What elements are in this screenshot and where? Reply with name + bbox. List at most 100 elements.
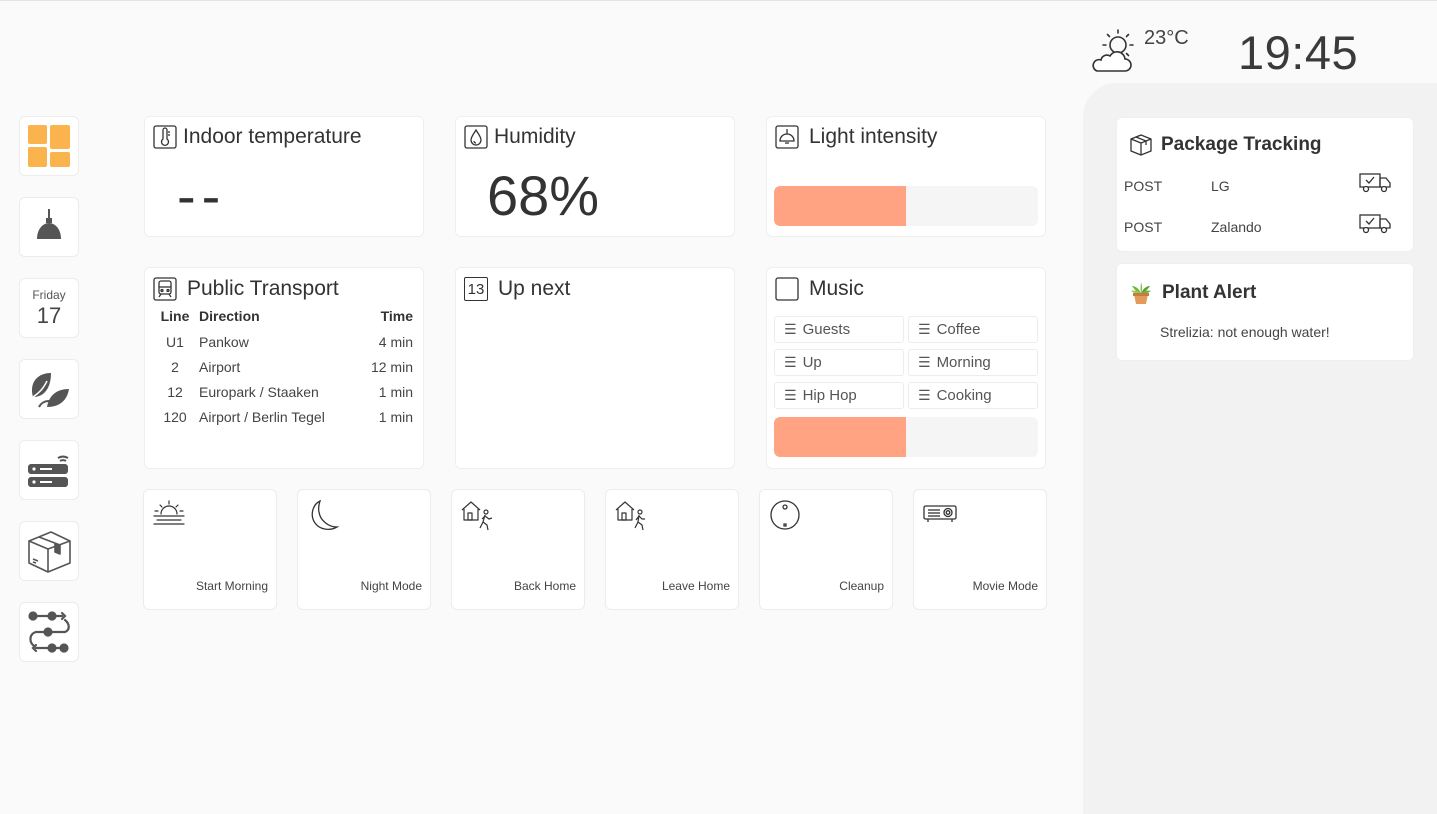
transport-time: 12 min	[370, 359, 413, 375]
transport-direction: Airport	[199, 359, 241, 375]
music-title: Music	[775, 277, 864, 301]
playlist-button-coffee[interactable]: ☰ Coffee	[908, 316, 1038, 343]
playlist-button-guests[interactable]: ☰ Guests	[774, 316, 904, 343]
sidebar-item-network[interactable]	[19, 440, 79, 500]
playlist-button-up[interactable]: ☰ Up	[774, 349, 904, 376]
sidebar-item-packages[interactable]	[19, 521, 79, 581]
scene-label: Movie Mode	[972, 579, 1038, 593]
package-box-icon	[28, 531, 71, 573]
transport-direction: Airport / Berlin Tegel	[199, 409, 325, 425]
plant-alert-title: Plant Alert	[1128, 280, 1256, 306]
water-drop-icon	[464, 125, 488, 149]
list-icon: ☰	[918, 354, 931, 370]
column-header-time: Time	[380, 308, 413, 324]
list-icon: ☰	[918, 321, 931, 337]
scene-label: Back Home	[513, 579, 576, 593]
scene-label: Cleanup	[839, 579, 884, 593]
package-box-icon	[1130, 134, 1152, 156]
table-row: U1 Pankow 4 min	[155, 330, 417, 355]
plant-alert-message: Strelizia: not enough water!	[1160, 324, 1330, 340]
package-tracking-title: Package Tracking	[1128, 132, 1322, 158]
sidebar-item-automations[interactable]	[19, 602, 79, 662]
scene-button-start-morning[interactable]: Start Morning	[143, 489, 277, 610]
package-shop: Zalando	[1211, 219, 1262, 235]
robot-vacuum-icon	[770, 500, 800, 530]
scene-button-night-mode[interactable]: Night Mode	[297, 489, 431, 610]
list-icon: ☰	[784, 354, 797, 370]
light-intensity-widget: Light intensity	[766, 116, 1046, 237]
column-header-direction: Direction	[199, 308, 260, 324]
list-icon: ☰	[784, 387, 797, 403]
music-icon	[775, 277, 799, 301]
transport-direction: Pankow	[199, 334, 249, 350]
ceiling-lamp-icon	[37, 209, 61, 239]
light-intensity-slider[interactable]	[774, 186, 1038, 226]
delivery-truck-icon[interactable]	[1358, 211, 1392, 235]
potted-plant-icon	[1131, 282, 1151, 304]
sidebar-item-plants[interactable]	[19, 359, 79, 419]
public-transport-title: Public Transport	[153, 277, 339, 301]
router-wifi-icon	[28, 455, 69, 487]
scene-label: Start Morning	[195, 579, 268, 593]
transport-header-row: Line Direction Time	[155, 306, 417, 330]
table-row: 120 Airport / Berlin Tegel 1 min	[155, 405, 417, 430]
projector-icon	[923, 505, 957, 522]
sidebar-item-lights[interactable]	[19, 197, 79, 257]
humidity-widget[interactable]: Humidity 68%	[455, 116, 735, 237]
transport-line: 120	[163, 409, 187, 425]
package-carrier: POST	[1124, 178, 1163, 194]
list-icon: ☰	[784, 321, 797, 337]
scene-button-cleanup[interactable]: Cleanup	[759, 489, 893, 610]
sidebar-item-calendar[interactable]: Friday 17	[19, 278, 79, 338]
transport-line: U1	[166, 334, 184, 350]
weather-widget: 23°C	[1088, 25, 1208, 79]
humidity-title: Humidity	[464, 125, 576, 149]
light-intensity-title: Light intensity	[775, 125, 937, 149]
playlist-button-cooking[interactable]: ☰ Cooking	[908, 382, 1038, 409]
package-tracking-card: Package Tracking POST LG POST Zalando	[1116, 117, 1414, 252]
transport-direction: Europark / Staaken	[199, 384, 319, 400]
public-transport-widget: Public Transport Line Direction Time U1 …	[144, 267, 424, 469]
train-icon	[153, 277, 177, 301]
house-person-leaving-icon	[615, 501, 645, 531]
transport-time: 4 min	[378, 334, 413, 350]
column-header-line: Line	[160, 308, 190, 324]
thermometer-icon	[153, 125, 177, 149]
sidebar-item-dashboard[interactable]	[19, 116, 79, 176]
sun-behind-cloud-icon	[1092, 29, 1134, 72]
table-row: 2 Airport 12 min	[155, 355, 417, 380]
transport-line: 12	[167, 384, 183, 400]
scene-button-leave-home[interactable]: Leave Home	[605, 489, 739, 610]
playlist-button-hip-hop[interactable]: ☰ Hip Hop	[774, 382, 904, 409]
table-row: 12 Europark / Staaken 1 min	[155, 380, 417, 405]
delivery-truck-icon[interactable]	[1358, 170, 1392, 194]
volume-fill	[774, 417, 906, 457]
up-next-title: 13 Up next	[464, 277, 570, 301]
sunrise-icon	[153, 500, 185, 525]
light-intensity-fill	[774, 186, 906, 226]
list-icon: ☰	[918, 387, 931, 403]
transport-table: Line Direction Time U1 Pankow 4 min 2 Ai…	[155, 306, 417, 430]
indoor-temperature-value: --	[177, 164, 227, 227]
workflow-icon	[28, 611, 70, 653]
up-next-widget: 13 Up next	[455, 267, 735, 469]
scene-button-movie-mode[interactable]: Movie Mode	[913, 489, 1047, 610]
dashboard-grid-icon	[28, 125, 70, 167]
package-shop: LG	[1211, 178, 1230, 194]
package-carrier: POST	[1124, 219, 1163, 235]
indoor-temperature-widget[interactable]: Indoor temperature --	[144, 116, 424, 237]
calendar-icon: 13	[464, 277, 488, 301]
scene-button-back-home[interactable]: Back Home	[451, 489, 585, 610]
scene-label: Leave Home	[661, 579, 730, 593]
music-widget: Music ☰ Guests ☰ Coffee ☰ Up ☰ Morning ☰ Hip …	[766, 267, 1046, 469]
leaves-icon	[31, 373, 69, 408]
transport-time: 1 min	[378, 384, 413, 400]
ceiling-lamp-icon	[775, 125, 799, 149]
outdoor-temperature: 23°C	[1144, 27, 1189, 49]
indoor-temperature-title: Indoor temperature	[153, 125, 362, 149]
clock: 19:45	[1238, 26, 1359, 79]
scene-label: Night Mode	[360, 579, 422, 593]
volume-slider[interactable]	[774, 417, 1038, 457]
playlist-button-morning[interactable]: ☰ Morning	[908, 349, 1038, 376]
transport-line: 2	[171, 359, 179, 375]
